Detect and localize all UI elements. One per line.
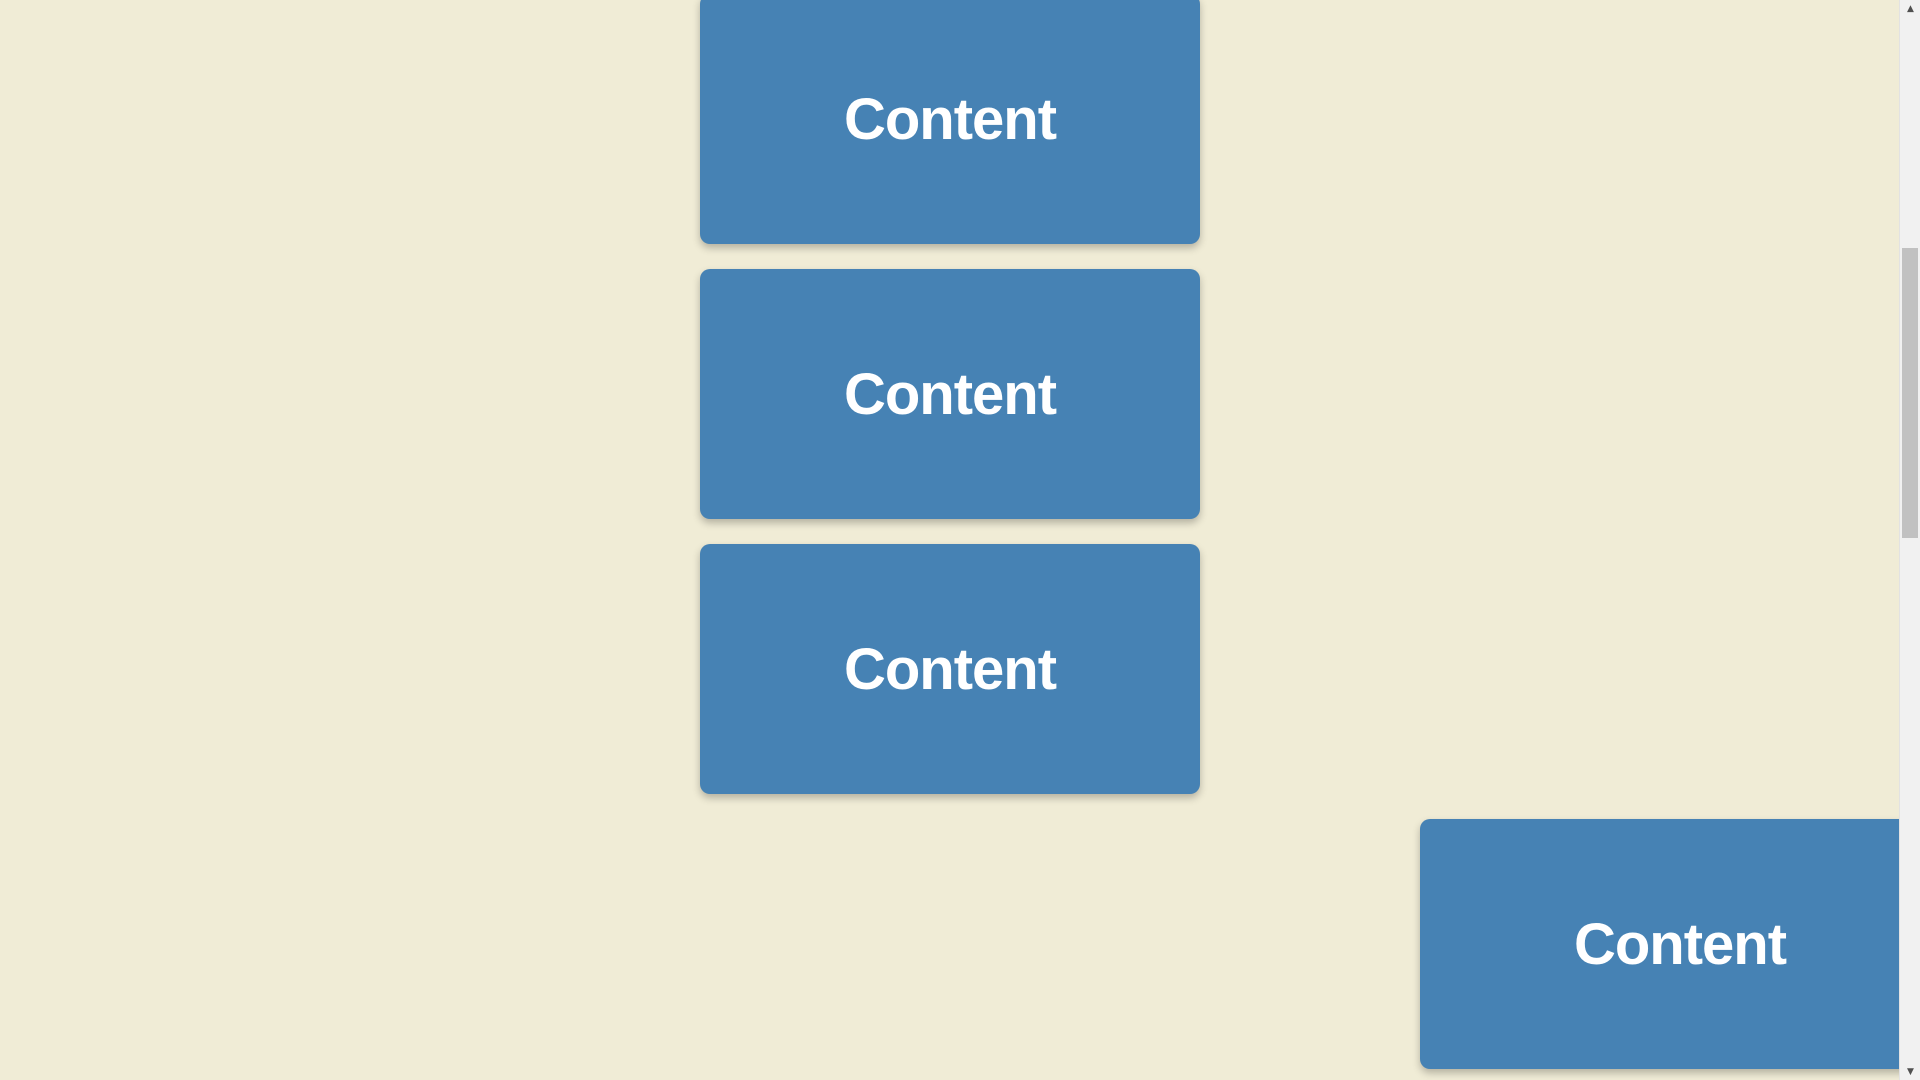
content-card[interactable]: Content (700, 0, 1200, 244)
content-card-label: Content (843, 86, 1057, 152)
content-card-label: Content (1573, 911, 1787, 977)
scroll-up-arrow-icon[interactable]: ▲ (1900, 0, 1920, 17)
scroll-down-arrow-icon[interactable]: ▼ (1900, 1063, 1920, 1080)
content-card-label: Content (843, 636, 1057, 702)
page-viewport: Content Content Content Content ▲ ▼ (0, 0, 1920, 1080)
content-card[interactable]: Content (1420, 819, 1920, 1069)
scrollbar-thumb[interactable] (1902, 248, 1918, 538)
content-card[interactable]: Content (700, 544, 1200, 794)
vertical-scrollbar[interactable]: ▲ ▼ (1899, 0, 1920, 1080)
content-card-label: Content (843, 361, 1057, 427)
content-card[interactable]: Content (700, 269, 1200, 519)
